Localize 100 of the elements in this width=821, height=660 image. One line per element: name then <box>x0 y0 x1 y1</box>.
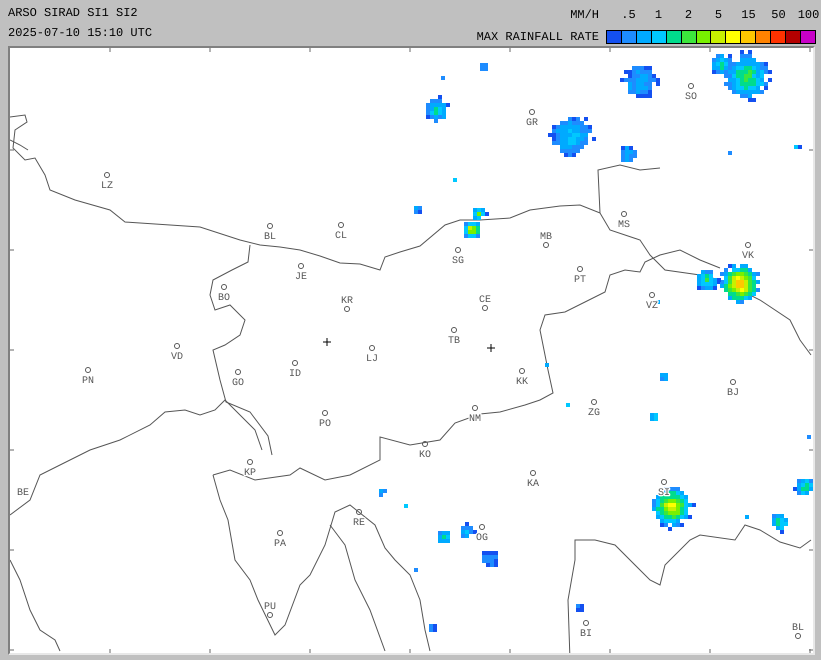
rain-echo-drawing <box>621 146 637 162</box>
rain-echo-drawing <box>441 76 445 80</box>
city-marker-icon <box>472 405 478 411</box>
city-label: BE <box>17 488 30 499</box>
city-marker-icon <box>529 109 535 115</box>
city-marker-icon <box>649 292 655 298</box>
city-label: BO <box>218 293 230 304</box>
scale-tick-label: 15 <box>741 8 756 22</box>
city-label: OG <box>476 533 488 544</box>
city-label: BI <box>580 629 592 640</box>
rain-echo-drawing <box>473 208 489 220</box>
rain-echo-drawing <box>807 435 811 439</box>
rain-echo-drawing <box>660 373 668 381</box>
scale-tick-label: 2 <box>684 8 692 22</box>
city-label: KK <box>516 377 528 388</box>
rain-echo-drawing <box>480 63 488 71</box>
city-label: BL <box>792 623 804 634</box>
city-label: GO <box>232 378 244 389</box>
city-marker-icon <box>422 441 428 447</box>
city-label: VK <box>742 251 754 262</box>
city-label: TB <box>448 336 460 347</box>
scale-tick-label: 100 <box>798 8 820 22</box>
city-label: NM <box>469 414 481 425</box>
rain-echo-drawing <box>414 568 418 572</box>
city-marker-icon <box>338 222 344 228</box>
rain-echo-drawing <box>566 403 570 407</box>
city-marker-icon <box>745 242 751 248</box>
city-label: ID <box>289 369 301 380</box>
city-marker-icon <box>688 83 694 89</box>
city-label: MB <box>540 232 552 243</box>
city-label: PU <box>264 602 276 613</box>
city-marker-icon <box>247 459 253 465</box>
city-marker-icon <box>519 368 525 374</box>
rain-echo-drawing <box>548 117 596 157</box>
rain-echo-drawing <box>745 515 749 519</box>
rain-echo-drawing <box>426 95 450 123</box>
rain-echo-drawing <box>576 604 584 612</box>
city-marker-icon <box>267 223 273 229</box>
rain-echo-drawing <box>728 151 732 155</box>
city-marker-icon <box>730 379 736 385</box>
city-marker-icon <box>104 172 110 178</box>
rain-echo-drawing <box>793 479 813 495</box>
legend-title: MAX RAINFALL RATE <box>476 30 599 44</box>
city-marker-icon <box>591 399 597 405</box>
city-marker-icon <box>455 247 461 253</box>
city-label: GR <box>526 118 538 129</box>
city-marker-icon <box>543 242 549 248</box>
city-label: BL <box>264 232 276 243</box>
crosshair-icon <box>322 338 332 346</box>
city-label: VD <box>171 352 183 363</box>
city-label: PO <box>319 419 331 430</box>
city-label: MS <box>618 220 630 231</box>
city-label: SO <box>685 92 697 103</box>
city-marker-icon <box>292 360 298 366</box>
city-label: LJ <box>366 354 378 365</box>
city-marker-icon <box>795 633 801 639</box>
timestamp: 2025-07-10 15:10 UTC <box>8 26 152 40</box>
city-marker-icon <box>577 266 583 272</box>
rain-echo-drawing <box>414 206 422 214</box>
city-marker-icon <box>298 263 304 269</box>
rain-echo-drawing <box>650 413 658 421</box>
scale-tick-label: 1 <box>654 8 662 22</box>
rain-echo-drawing <box>461 522 477 538</box>
city-label: PN <box>82 376 94 387</box>
city-label: LZ <box>101 181 113 192</box>
city-marker-icon <box>267 612 273 618</box>
city-label: ZG <box>588 408 600 419</box>
unit-label: MM/H <box>570 8 599 22</box>
city-label: CL <box>335 231 347 242</box>
city-label: SG <box>452 256 464 267</box>
rain-echo-drawing <box>620 66 660 98</box>
city-marker-icon <box>530 470 536 476</box>
rain-echo-drawing <box>545 363 549 367</box>
city-label: KP <box>244 468 256 479</box>
city-label: VZ <box>646 301 658 312</box>
rain-echo-drawing <box>482 551 498 567</box>
rain-echo-drawing <box>453 178 457 182</box>
city-label: RE <box>353 518 365 529</box>
rain-echo-drawing <box>794 145 802 149</box>
city-marker-icon <box>174 343 180 349</box>
crosshair-icon <box>486 344 496 352</box>
scale-tick-label: 5 <box>714 8 722 22</box>
scale-tick-label: 50 <box>771 8 786 22</box>
radar-title: ARSO SIRAD SI1 SI2 <box>8 6 139 20</box>
city-marker-icon <box>482 305 488 311</box>
rain-echo-drawing <box>652 487 696 531</box>
city-marker-icon <box>369 345 375 351</box>
city-marker-icon <box>344 306 350 312</box>
city-label: KA <box>527 479 539 490</box>
city-label: KR <box>341 296 353 307</box>
city-label: PA <box>274 539 286 550</box>
city-label: BJ <box>727 388 739 399</box>
city-marker-icon <box>221 284 227 290</box>
city-marker-icon <box>621 211 627 217</box>
city-label: JE <box>295 272 307 283</box>
rain-echo-drawing <box>404 504 408 508</box>
rain-echo-drawing <box>429 624 437 632</box>
city-marker-icon <box>661 479 667 485</box>
rain-echo-drawing <box>379 489 387 497</box>
scale-tick-label: .5 <box>621 8 636 22</box>
